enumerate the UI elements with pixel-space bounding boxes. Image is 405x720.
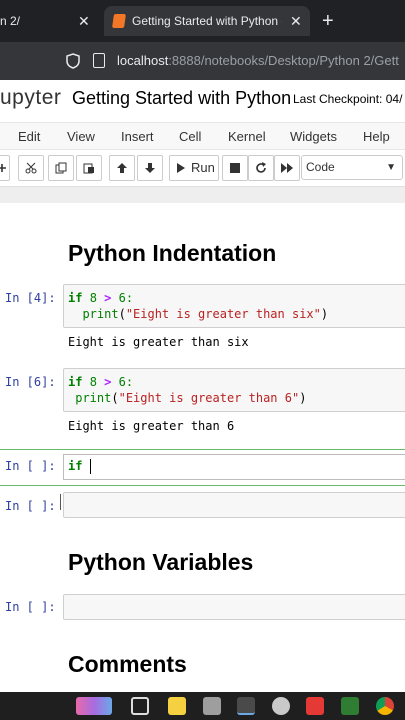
jupyter-logo[interactable]: upyter xyxy=(0,86,61,110)
browser-tab-previous[interactable]: n 2/ ✕ xyxy=(0,8,98,34)
notebook-title[interactable]: Getting Started with Python xyxy=(72,88,291,109)
close-icon[interactable]: ✕ xyxy=(290,6,302,36)
add-cell-button[interactable] xyxy=(0,155,10,181)
checkpoint-status: Last Checkpoint: 04/ xyxy=(293,92,403,106)
cell-prompt: In [ ]: xyxy=(5,600,56,614)
file-explorer-icon[interactable] xyxy=(168,697,186,715)
menu-insert[interactable]: Insert xyxy=(121,129,154,144)
code-number: 8 xyxy=(89,375,97,389)
code-keyword: if xyxy=(68,291,83,305)
new-tab-button[interactable]: + xyxy=(322,8,334,34)
code-string: "Eight is greater than 6" xyxy=(118,391,300,405)
code-cell-input[interactable] xyxy=(63,594,405,620)
code-line: if 8 > 6: xyxy=(68,375,133,389)
code-operator: > xyxy=(104,291,112,305)
code-operator: > xyxy=(104,375,112,389)
arrow-down-icon xyxy=(145,163,155,173)
close-icon[interactable]: ✕ xyxy=(78,8,90,34)
app-icon[interactable] xyxy=(306,697,324,715)
restart-run-all-button[interactable] xyxy=(274,155,300,181)
stop-icon xyxy=(230,163,240,173)
code-builtin: print xyxy=(82,307,119,321)
tab-label: n 2/ xyxy=(0,14,21,28)
cut-button[interactable] xyxy=(18,155,44,181)
text-caret xyxy=(90,459,91,474)
code-line: print("Eight is greater than 6") xyxy=(75,391,307,405)
chrome-icon[interactable] xyxy=(376,697,394,715)
browser-tab-bar: n 2/ ✕ Getting Started with Python - Ju … xyxy=(0,0,405,42)
url-text[interactable]: localhost:8888/notebooks/Desktop/Python … xyxy=(117,53,399,68)
menu-kernel[interactable]: Kernel xyxy=(228,129,266,144)
run-label: Run xyxy=(191,160,215,175)
notebook-top-gutter xyxy=(0,187,405,203)
copy-icon xyxy=(55,162,67,174)
move-down-button[interactable] xyxy=(137,155,163,181)
menubar: Edit View Insert Cell Kernel Widgets Hel… xyxy=(0,122,405,150)
cell-output: Eight is greater than 6 xyxy=(68,419,235,433)
code-line: if xyxy=(68,459,90,473)
url-host: localhost xyxy=(117,53,169,68)
app-icon[interactable] xyxy=(76,697,112,715)
menu-widgets[interactable]: Widgets xyxy=(290,129,337,144)
markdown-heading[interactable]: Python Variables xyxy=(68,549,253,576)
run-button[interactable]: Run xyxy=(169,155,219,181)
mouse-cursor-icon xyxy=(60,494,62,510)
jupyter-favicon-icon xyxy=(112,14,126,28)
markdown-heading[interactable]: Python Indentation xyxy=(68,240,276,267)
chevron-down-icon: ▼ xyxy=(386,162,396,173)
cell-output: Eight is greater than six xyxy=(68,335,249,349)
tab-label: Getting Started with Python - Ju xyxy=(132,14,282,28)
menu-edit[interactable]: Edit xyxy=(18,129,40,144)
plus-icon xyxy=(0,164,6,172)
code-cell-input[interactable] xyxy=(63,492,405,518)
menu-cell[interactable]: Cell xyxy=(179,129,201,144)
task-view-icon[interactable] xyxy=(131,697,149,715)
cell-type-value: Code xyxy=(306,160,335,174)
restart-button[interactable] xyxy=(248,155,274,181)
fast-forward-icon xyxy=(281,163,293,173)
move-up-button[interactable] xyxy=(109,155,135,181)
cell-prompt: In [6]: xyxy=(5,375,56,389)
browser-tab-active[interactable]: Getting Started with Python - Ju ✕ xyxy=(104,6,310,36)
code-number: 8 xyxy=(89,291,97,305)
play-icon xyxy=(177,163,185,173)
markdown-heading[interactable]: Comments xyxy=(68,651,187,678)
code-line: if 8 > 6: xyxy=(68,291,133,305)
menu-help[interactable]: Help xyxy=(363,129,390,144)
calculator-icon[interactable] xyxy=(203,697,221,715)
paste-icon xyxy=(83,163,94,174)
code-builtin: print xyxy=(75,391,112,405)
paste-button[interactable] xyxy=(76,155,102,181)
menu-view[interactable]: View xyxy=(67,129,95,144)
code-cell-input-active[interactable] xyxy=(63,454,405,480)
refresh-icon xyxy=(256,162,266,173)
cell-prompt: In [4]: xyxy=(5,291,56,305)
url-path: :8888/notebooks/Desktop/Python 2/Gett xyxy=(168,53,399,68)
code-keyword: if xyxy=(68,459,90,473)
page-icon xyxy=(93,53,105,68)
code-number: 6: xyxy=(118,291,134,305)
os-taskbar xyxy=(0,692,405,720)
shield-icon xyxy=(66,53,80,69)
interrupt-button[interactable] xyxy=(222,155,248,181)
code-line: print("Eight is greater than six") xyxy=(82,307,329,321)
copy-button[interactable] xyxy=(48,155,74,181)
code-number: 6: xyxy=(118,375,134,389)
address-bar[interactable]: localhost:8888/notebooks/Desktop/Python … xyxy=(0,42,405,80)
scissors-icon xyxy=(25,162,37,174)
app-icon[interactable] xyxy=(272,697,290,715)
code-string: "Eight is greater than six" xyxy=(125,307,321,321)
app-icon[interactable] xyxy=(237,697,255,715)
cell-prompt: In [ ]: xyxy=(5,459,56,473)
arrow-up-icon xyxy=(117,163,127,173)
cell-type-select[interactable]: Code ▼ xyxy=(301,155,403,180)
app-icon[interactable] xyxy=(341,697,359,715)
cell-prompt: In [ ]: xyxy=(5,499,56,513)
code-keyword: if xyxy=(68,375,83,389)
